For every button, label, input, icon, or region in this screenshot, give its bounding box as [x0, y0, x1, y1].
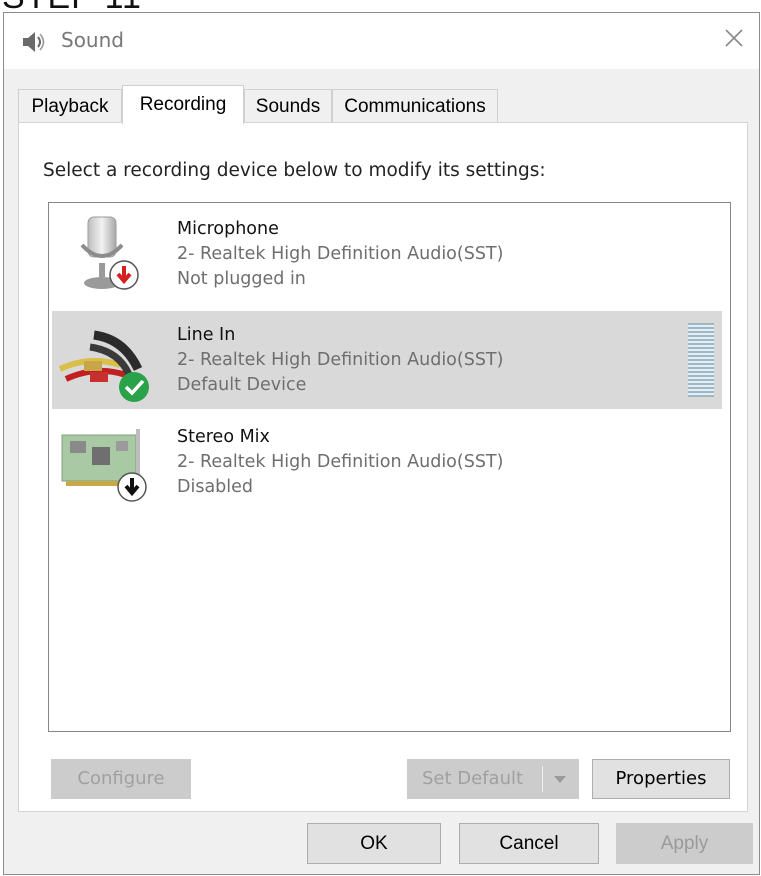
device-name: Microphone [177, 219, 279, 239]
properties-button[interactable]: Properties [592, 759, 730, 799]
cancel-button[interactable]: Cancel [459, 823, 599, 864]
device-status: Disabled [177, 477, 254, 497]
device-driver: 2- Realtek High Definition Audio(SST) [177, 350, 504, 370]
split-divider [542, 766, 543, 792]
device-driver: 2- Realtek High Definition Audio(SST) [177, 452, 504, 472]
ok-button[interactable]: OK [307, 823, 441, 864]
tab-playback[interactable]: Playback [18, 89, 122, 122]
speaker-icon [23, 32, 45, 52]
device-row-microphone[interactable]: Microphone 2- Realtek High Definition Au… [52, 205, 722, 303]
tab-strip: Playback Recording Sounds Communications [18, 85, 748, 124]
device-status: Not plugged in [177, 269, 306, 289]
audio-level-meter [688, 323, 714, 397]
device-driver: 2- Realtek High Definition Audio(SST) [177, 244, 504, 264]
sound-dialog: Sound Playback Recording Sounds Communic… [3, 12, 760, 875]
window-title: Sound [61, 28, 124, 52]
device-name: Stereo Mix [177, 427, 270, 447]
instruction-text: Select a recording device below to modif… [43, 160, 546, 181]
red-down-arrow-badge [109, 260, 139, 290]
title-bar: Sound [4, 13, 759, 69]
tab-communications[interactable]: Communications [332, 89, 498, 122]
apply-button[interactable]: Apply [616, 823, 753, 864]
green-check-badge [119, 372, 149, 402]
configure-button[interactable]: Configure [51, 759, 191, 799]
close-icon[interactable] [721, 25, 747, 51]
device-row-line-in[interactable]: Line In 2- Realtek High Definition Audio… [52, 311, 722, 409]
tab-recording[interactable]: Recording [122, 85, 244, 124]
device-status: Default Device [177, 375, 307, 395]
device-name: Line In [177, 325, 236, 345]
set-default-label: Set Default [422, 768, 524, 789]
microphone-icon [80, 216, 139, 290]
chevron-down-icon[interactable] [550, 768, 570, 790]
line-in-cable-icon [58, 330, 149, 402]
black-down-arrow-badge [117, 472, 147, 502]
recording-tab-panel: Select a recording device below to modif… [18, 122, 748, 812]
set-default-button[interactable]: Set Default [407, 759, 579, 799]
tab-sounds[interactable]: Sounds [244, 89, 332, 122]
sound-card-icon [61, 429, 147, 502]
recording-device-list[interactable]: Microphone 2- Realtek High Definition Au… [48, 202, 731, 732]
device-row-stereo-mix[interactable]: Stereo Mix 2- Realtek High Definition Au… [52, 413, 722, 511]
